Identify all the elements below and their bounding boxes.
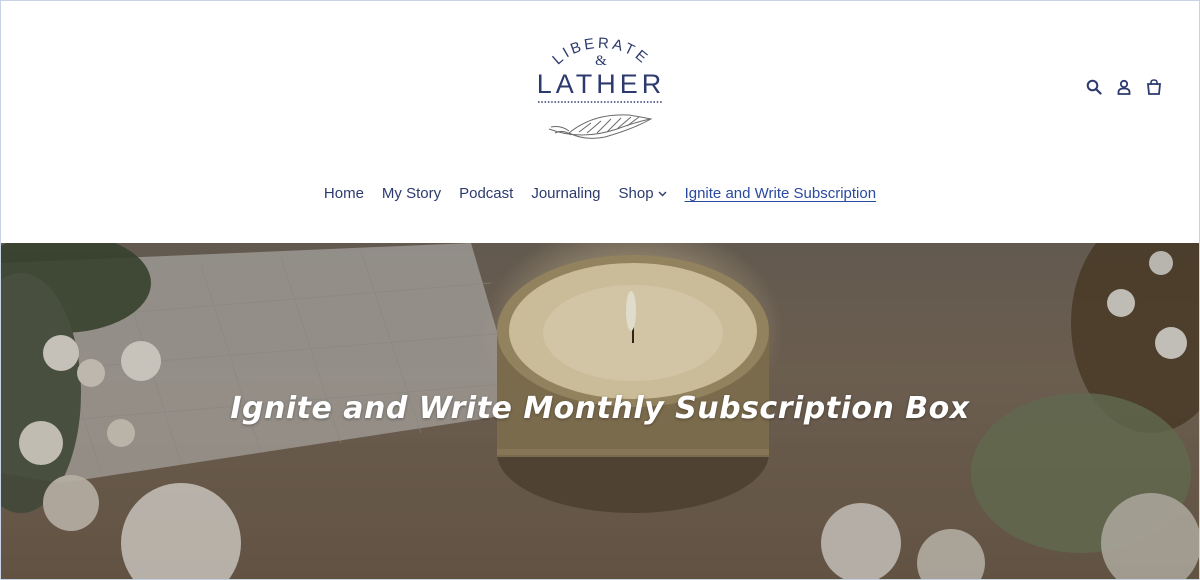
nav-item-my-story[interactable]: My Story <box>382 185 441 202</box>
nav-item-home[interactable]: Home <box>324 185 364 202</box>
hero-banner: Ignite and Write Monthly Subscription Bo… <box>1 243 1199 579</box>
site-logo[interactable]: LIBERATE & LATHER <box>521 29 681 151</box>
nav-item-podcast[interactable]: Podcast <box>459 185 513 202</box>
hero-title: Ignite and Write Monthly Subscription Bo… <box>230 391 970 426</box>
nav-label: Ignite and Write Subscription <box>684 185 877 202</box>
nav-item-ignite-and-write-subscription[interactable]: Ignite and Write Subscription <box>685 185 877 202</box>
nav-item-journaling[interactable]: Journaling <box>531 185 600 202</box>
chevron-down-icon <box>658 191 667 196</box>
page-frame: LIBERATE & LATHER Home My Story Podcast … <box>0 0 1200 580</box>
header-utilities <box>1085 77 1163 97</box>
account-icon[interactable] <box>1115 77 1133 97</box>
search-icon[interactable] <box>1085 77 1103 97</box>
main-navigation: Home My Story Podcast Journaling Shop Ig… <box>1 185 1199 202</box>
nav-label: Shop <box>618 185 654 202</box>
nav-label: Journaling <box>531 185 601 202</box>
logo-ampersand: & <box>595 53 607 69</box>
nav-label: My Story <box>381 185 442 202</box>
nav-item-shop[interactable]: Shop <box>619 185 667 202</box>
logo-mark: LIBERATE & LATHER <box>537 35 666 139</box>
cart-icon[interactable] <box>1145 77 1163 97</box>
nav-label: Home <box>323 185 364 202</box>
feather-icon <box>548 114 653 139</box>
nav-label: Podcast <box>459 185 514 202</box>
logo-main-text: LATHER <box>537 69 666 99</box>
site-header: LIBERATE & LATHER Home My Story Podcast … <box>1 1 1199 243</box>
